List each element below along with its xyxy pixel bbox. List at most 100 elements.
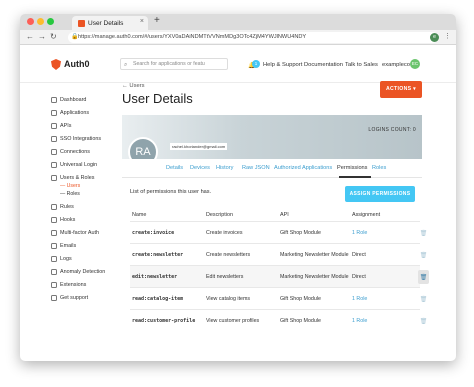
trash-icon[interactable]: 🗑	[418, 292, 429, 306]
active-tab-indicator	[339, 176, 371, 178]
sidebar-item-label: Dashboard	[60, 96, 87, 103]
tab-permissions[interactable]: Permissions	[337, 165, 367, 171]
browser-profile-avatar[interactable]: e	[430, 33, 439, 42]
sidebar-subitem-roles[interactable]: — Roles	[60, 191, 80, 197]
tab-raw-json[interactable]: Raw JSON	[242, 165, 270, 171]
tab-history[interactable]: History	[216, 165, 233, 171]
sidebar-item-label: Multi-factor Auth	[60, 229, 99, 236]
sidebar-item-users-roles[interactable]: Users & Roles	[51, 173, 94, 182]
sidebar-item-logs[interactable]: Logs	[51, 254, 72, 263]
user-tabs: Details Devices History Raw JSON Authori…	[122, 159, 422, 178]
sidebar-item-sso-integrations[interactable]: SSO Integrations	[51, 134, 101, 143]
new-tab-button[interactable]: +	[154, 15, 160, 26]
permission-assignment[interactable]: 1 Role	[352, 318, 367, 324]
logins-count: LOGINS COUNT: 0	[368, 127, 416, 133]
browser-tab-bar: User Details × +	[20, 14, 456, 30]
user-banner: LOGINS COUNT: 0	[122, 115, 422, 159]
logo-text[interactable]: Auth0	[64, 59, 90, 69]
sidebar-item-label: Applications	[60, 109, 90, 116]
notification-badge[interactable]: 1	[252, 60, 260, 68]
tab-details[interactable]: Details	[166, 165, 183, 171]
table-header: Name Description API Assignment	[130, 210, 420, 220]
maximize-window-button[interactable]	[47, 18, 54, 25]
permission-api: Gift Shop Module	[280, 318, 321, 324]
sidebar-item-label: Logs	[60, 255, 72, 262]
sidebar-item-apis[interactable]: APIs	[51, 121, 71, 130]
back-to-users-link[interactable]: ← Users	[122, 83, 145, 89]
sidebar-item-label: Get support	[60, 294, 89, 301]
sidebar-item-universal-login[interactable]: Universal Login	[51, 160, 97, 169]
sidebar-item-anomaly-detection[interactable]: Anomaly Detection	[51, 267, 105, 276]
sidebar-item-applications[interactable]: Applications	[51, 108, 89, 117]
permission-description: Create newsletters	[206, 252, 251, 258]
search-input[interactable]: ⌕ Search for applications or featu	[120, 58, 228, 70]
permission-description: Create invoices	[206, 230, 243, 236]
sidebar-item-emails[interactable]: Emails	[51, 241, 76, 250]
column-header-name: Name	[132, 212, 147, 218]
sidebar-item-hooks[interactable]: Hooks	[51, 215, 75, 224]
browser-tab[interactable]: User Details ×	[72, 16, 148, 30]
documentation-link[interactable]: Documentation	[304, 62, 343, 68]
tenant-avatar[interactable]: EC	[410, 59, 420, 69]
trash-icon[interactable]: 🗑	[418, 314, 429, 328]
applications-icon	[51, 109, 57, 116]
tab-roles[interactable]: Roles	[372, 165, 386, 171]
tab-close-icon[interactable]: ×	[140, 18, 144, 25]
sidebar-item-label: Universal Login	[60, 161, 98, 168]
permission-name: create:newsletter	[132, 252, 184, 258]
actions-button[interactable]: ACTIONS ▾	[380, 81, 422, 98]
sidebar-subitem-users[interactable]: — Users	[60, 183, 80, 189]
sidebar-item-label: SSO Integrations	[60, 135, 102, 142]
forward-arrow-icon[interactable]: →	[38, 32, 46, 41]
back-arrow-icon[interactable]: ←	[26, 32, 34, 41]
column-header-api: API	[280, 212, 289, 218]
permission-assignment[interactable]: 1 Role	[352, 230, 367, 236]
permission-assignment: Direct	[352, 274, 366, 280]
universal-login-icon	[51, 161, 57, 168]
reload-icon[interactable]: ↻	[50, 32, 57, 41]
tab-authorized-applications[interactable]: Authorized Applications	[274, 165, 332, 171]
anomaly-detection-icon	[51, 268, 57, 275]
permission-api: Marketing Newsletter Module	[280, 252, 349, 258]
permission-description: Edit newsletters	[206, 274, 244, 280]
trash-icon[interactable]: 🗑	[418, 248, 429, 262]
hooks-icon	[51, 216, 57, 223]
permissions-description: List of permissions this user has.	[130, 189, 212, 195]
column-header-assignment: Assignment	[352, 212, 381, 218]
apis-icon	[51, 122, 57, 129]
trash-icon[interactable]: 🗑	[418, 270, 429, 284]
talk-to-sales-link[interactable]: Talk to Sales	[345, 62, 378, 68]
url-field[interactable]: 🔒 https://manage.auth0.com/#/users/YXV0a…	[68, 32, 438, 43]
logs-icon	[51, 255, 57, 262]
sidebar-item-get-support[interactable]: Get support	[51, 293, 88, 302]
table-row: create:invoice Create invoices Gift Shop…	[130, 221, 427, 243]
trash-icon[interactable]: 🗑	[418, 226, 429, 240]
page-title: User Details	[122, 91, 193, 106]
tenant-name[interactable]: exampleco	[382, 62, 410, 68]
address-bar-row: ← → ↻ 🔒 https://manage.auth0.com/#/users…	[20, 30, 456, 45]
user-email: rachel.khoriander@gmail.com	[170, 143, 228, 150]
auth0-favicon-icon	[78, 19, 85, 27]
browser-menu-icon[interactable]: ⋮	[444, 32, 451, 40]
sidebar-item-dashboard[interactable]: Dashboard	[51, 95, 86, 104]
permission-description: View customer profiles	[206, 318, 260, 324]
sidebar-item-label: APIs	[60, 122, 72, 129]
close-window-button[interactable]	[27, 18, 34, 25]
permission-name: read:catalog-item	[132, 296, 184, 302]
permission-api: Marketing Newsletter Module	[280, 274, 349, 280]
sidebar-item-connections[interactable]: Connections	[51, 147, 90, 156]
search-icon: ⌕	[124, 62, 128, 68]
extensions-icon	[51, 281, 57, 288]
assign-permissions-button[interactable]: ASSIGN PERMISSIONS	[345, 186, 415, 202]
sidebar-item-mfa[interactable]: Multi-factor Auth	[51, 228, 99, 237]
permission-assignment[interactable]: 1 Role	[352, 296, 367, 302]
sidebar-item-label: Hooks	[60, 216, 76, 223]
sidebar-item-label: Users & Roles	[60, 174, 95, 181]
minimize-window-button[interactable]	[37, 18, 44, 25]
help-support-link[interactable]: Help & Support	[263, 62, 302, 68]
tab-devices[interactable]: Devices	[190, 165, 210, 171]
sidebar-item-extensions[interactable]: Extensions	[51, 280, 86, 289]
table-row: read:customer-profile View customer prof…	[130, 309, 427, 331]
sidebar-item-rules[interactable]: Rules	[51, 202, 74, 211]
auth0-logo-icon[interactable]	[51, 59, 61, 70]
